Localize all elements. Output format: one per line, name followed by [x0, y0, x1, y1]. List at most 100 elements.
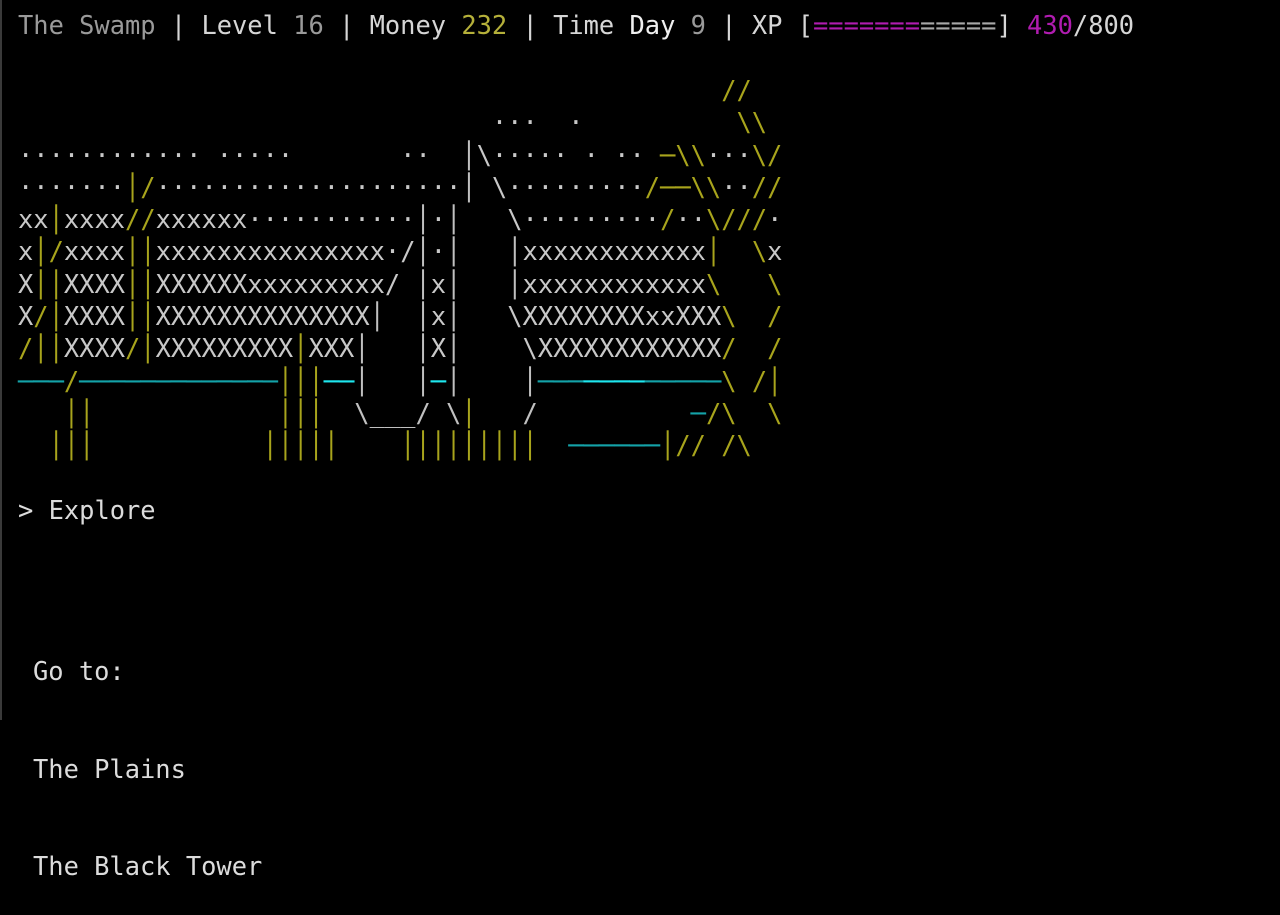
art-segment	[370, 333, 416, 363]
art-segment	[538, 430, 569, 460]
art-segment: ││	[125, 301, 156, 332]
art-segment: x	[767, 236, 783, 267]
art-segment: /\	[721, 430, 752, 461]
art-segment: │││││││││	[400, 430, 538, 461]
art-segment: \·········	[461, 204, 661, 235]
art-segment: ·······	[18, 171, 126, 202]
art-segment: │││││	[262, 430, 340, 461]
art-segment: ││	[125, 236, 156, 267]
art-segment: /	[767, 333, 783, 364]
prompt-command[interactable]: Explore	[49, 495, 156, 525]
art-segment: │	[461, 139, 477, 170]
art-segment: X	[18, 268, 34, 299]
level-label: Level	[201, 10, 278, 40]
time-value: 9	[690, 10, 706, 40]
art-segment: │	[446, 268, 462, 299]
art-segment: ││	[63, 397, 95, 428]
art-segment: XXXX	[63, 333, 126, 364]
art-segment: ────	[583, 365, 645, 396]
time-label: Time	[553, 10, 615, 40]
art-segment: │	[369, 301, 385, 332]
art-row: //	[18, 74, 782, 106]
art-segment: \	[721, 365, 737, 396]
art-segment: /	[660, 204, 676, 235]
money-value: 232	[461, 10, 508, 40]
art-segment: │/	[125, 171, 156, 202]
art-segment: xxxxxxxxxxxxxxx·/	[155, 236, 416, 267]
command-prompt[interactable]: > Explore	[18, 493, 156, 527]
art-segment: xxxxxx···········	[155, 204, 416, 235]
separator: |	[507, 10, 554, 40]
art-segment: \	[751, 236, 768, 267]
art-row: xx│xxxx//xxxxxx···········│·│ \·········…	[18, 203, 782, 235]
art-segment: \····· · ··	[476, 139, 661, 170]
art-segment: /││	[18, 333, 64, 364]
art-segment: /──\\	[644, 171, 722, 202]
art-segment: │	[415, 365, 431, 396]
money-label: Money	[369, 10, 447, 40]
art-segment: \/	[751, 139, 783, 170]
separator: |	[705, 10, 752, 40]
art-segment: \///	[705, 204, 768, 235]
art-segment: │	[415, 236, 431, 267]
art-segment: │	[446, 236, 462, 267]
art-segment: /	[522, 397, 538, 428]
art-segment: ─	[690, 397, 706, 428]
art-segment: ···	[705, 139, 752, 170]
art-row: X/│XXXX││XXXXXXXXXXXXXX│ │x│ \XXXXXXXXxx…	[18, 300, 782, 332]
art-segment: │	[354, 333, 370, 364]
art-segment: \\	[736, 107, 768, 138]
art-segment: \	[767, 397, 783, 428]
xp-current: 430	[1027, 10, 1073, 40]
art-row: ·······│/····················│ \········…	[18, 171, 782, 203]
art-segment: │	[48, 268, 64, 299]
art-segment: │	[507, 236, 523, 267]
art-segment	[737, 333, 768, 363]
art-segment	[706, 430, 721, 460]
art-row: ··· · \\	[18, 106, 782, 138]
xp-bar-open: [	[797, 10, 813, 40]
xp-bar: [============]	[798, 10, 1012, 40]
art-segment: XXXXXXXXXXXXXX	[155, 301, 370, 332]
art-segment: X	[18, 301, 34, 332]
art-segment	[737, 301, 768, 331]
art-segment	[18, 75, 721, 105]
art-segment	[737, 398, 768, 428]
art-segment: │	[48, 204, 64, 235]
art-segment: ││	[125, 268, 156, 299]
travel-menu: Go to: The Plains The Black Tower	[33, 590, 262, 915]
art-segment: x	[430, 301, 447, 332]
window-border	[0, 0, 2, 720]
art-segment: ··· ·	[18, 107, 737, 138]
art-segment	[18, 398, 64, 428]
menu-item-the-black-tower[interactable]: The Black Tower	[33, 850, 262, 883]
art-segment: //	[721, 75, 752, 105]
art-segment: /	[767, 301, 783, 332]
art-segment: │/	[33, 236, 64, 267]
art-segment: ─────────────	[79, 365, 278, 396]
art-segment: /\	[705, 397, 737, 428]
art-segment	[94, 398, 277, 428]
art-segment	[737, 366, 752, 396]
xp-label: XP	[751, 10, 783, 40]
art-segment: /	[63, 365, 80, 396]
menu-item-the-plains[interactable]: The Plains	[33, 753, 262, 786]
art-segment: │	[33, 268, 49, 299]
art-segment	[538, 398, 691, 428]
art-segment: XXXXXXxxxxxxxxx/	[155, 268, 416, 299]
art-segment: \XXXXXXXXXXXX	[461, 333, 722, 364]
art-segment: ─────	[644, 365, 722, 396]
art-segment: \XXXXXXXXxxXXX	[461, 301, 722, 332]
art-segment: │	[446, 301, 462, 332]
art-row: ───/─────────────│││──│ │─│ │───────────…	[18, 365, 782, 397]
art-segment	[477, 398, 523, 428]
art-segment: │	[446, 333, 462, 364]
art-segment: ·	[430, 236, 447, 267]
art-segment	[385, 301, 416, 331]
art-segment: xxxx	[63, 204, 126, 235]
art-row: X││XXXX││XXXXXXxxxxxxxxx/ │x│ │xxxxxxxxx…	[18, 268, 782, 300]
xp-max: 800	[1088, 10, 1135, 40]
art-segment: xx	[18, 204, 49, 235]
art-segment: \	[767, 268, 783, 299]
art-segment: │	[415, 301, 431, 332]
